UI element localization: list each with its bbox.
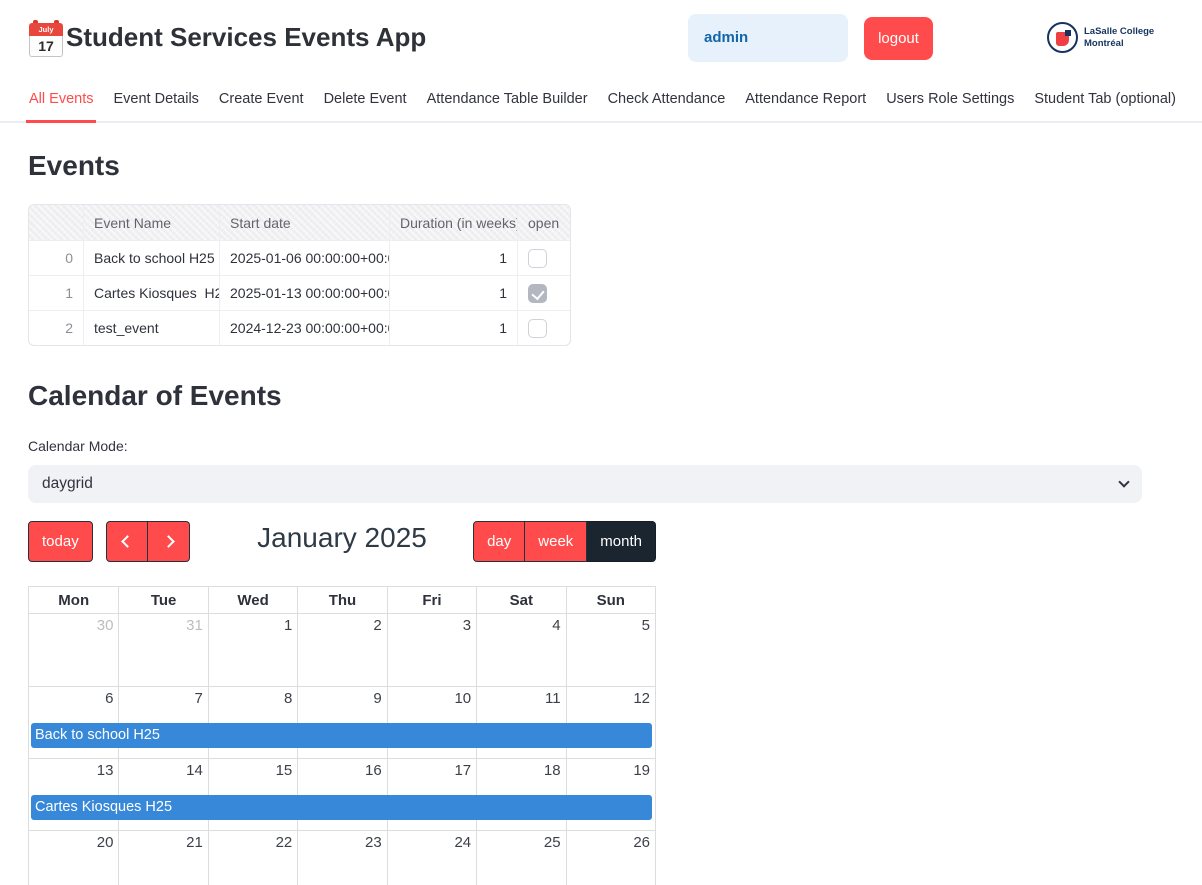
cell-start-date: 2025-01-13 00:00:00+00:00 <box>219 275 389 310</box>
college-logo-line2: Montréal <box>1084 38 1154 49</box>
calendar-day-cell[interactable]: 22 <box>208 831 297 885</box>
cell-event-name: Cartes Kiosques H25 <box>83 275 219 310</box>
day-header-thu: Thu <box>297 587 386 614</box>
day-view-button[interactable]: day <box>473 521 525 562</box>
col-open: open <box>517 205 570 240</box>
college-logo: LaSalle College Montréal <box>1047 22 1154 53</box>
calendar-mode-label: Calendar Mode: <box>28 438 1202 454</box>
chevron-left-icon <box>121 535 134 548</box>
calendar-section: Calendar of Events Calendar Mode: daygri… <box>28 380 1202 885</box>
day-header-mon: Mon <box>29 587 118 614</box>
app-header: July 17 Student Services Events App admi… <box>0 0 1202 85</box>
day-header-sat: Sat <box>476 587 565 614</box>
open-checkbox[interactable] <box>528 319 547 338</box>
tab-users-role-settings[interactable]: Users Role Settings <box>883 85 1017 121</box>
college-logo-icon <box>1047 22 1078 53</box>
day-header-sun: Sun <box>566 587 655 614</box>
cell-duration: 1 <box>389 275 517 310</box>
calendar-title: January 2025 <box>257 522 427 554</box>
calendar-mode-value: daygrid <box>42 475 93 493</box>
calendar-day-cell[interactable]: 24 <box>387 831 476 885</box>
events-table: Event Name Start date Duration (in weeks… <box>28 204 571 346</box>
prev-button[interactable] <box>106 521 148 562</box>
open-checkbox[interactable] <box>528 284 547 303</box>
events-section: Events Event Name Start date Duration (i… <box>28 150 1202 346</box>
calendar-emoji-month: July <box>29 23 63 36</box>
cell-event-name: Back to school H25 <box>83 240 219 275</box>
events-heading: Events <box>28 150 1202 182</box>
cell-duration: 1 <box>389 310 517 345</box>
week-view-button[interactable]: week <box>525 521 587 562</box>
cell-row-index: 0 <box>29 240 83 275</box>
col-index <box>29 205 83 240</box>
cell-start-date: 2024-12-23 00:00:00+00:00 <box>219 310 389 345</box>
calendar-event-bar[interactable]: Cartes Kiosques H25 <box>31 795 652 820</box>
day-header-wed: Wed <box>208 587 297 614</box>
day-header-fri: Fri <box>387 587 476 614</box>
calendar-week-row: 20212223242526 <box>29 830 655 885</box>
logout-button[interactable]: logout <box>864 17 933 60</box>
calendar-emoji-day: 17 <box>29 36 63 57</box>
cell-duration: 1 <box>389 240 517 275</box>
calendar-mode-select[interactable]: daygrid <box>28 465 1142 503</box>
cell-open <box>517 275 570 310</box>
open-checkbox[interactable] <box>528 249 547 268</box>
col-event-name: Event Name <box>83 205 219 240</box>
calendar-week-row: 6789101112Back to school H25 <box>29 686 655 758</box>
next-button[interactable] <box>148 521 190 562</box>
calendar-day-cell[interactable]: 21 <box>118 831 207 885</box>
calendar-day-cell[interactable]: 30 <box>29 614 118 686</box>
view-button-group: dayweekmonth <box>473 521 656 562</box>
college-logo-text: LaSalle College Montréal <box>1084 26 1154 49</box>
cell-row-index: 2 <box>29 310 83 345</box>
calendar-day-cell[interactable]: 2 <box>297 614 386 686</box>
calendar-grid: MonTueWedThuFriSatSun 303112345678910111… <box>28 586 656 885</box>
calendar-event-bar[interactable]: Back to school H25 <box>31 723 652 748</box>
table-row: 2test_event2024-12-23 00:00:00+00:001 <box>29 310 570 345</box>
cell-row-index: 1 <box>29 275 83 310</box>
calendar-day-cell[interactable]: 20 <box>29 831 118 885</box>
today-button[interactable]: today <box>28 521 93 562</box>
nav-button-group <box>106 521 190 562</box>
chevron-right-icon <box>162 535 175 548</box>
tab-bar: All Events Event Details Create Event Delet… <box>0 85 1202 123</box>
calendar-day-cell[interactable]: 23 <box>297 831 386 885</box>
calendar-day-cell[interactable]: 26 <box>566 831 655 885</box>
table-row: 0Back to school H252025-01-06 00:00:00+0… <box>29 240 570 275</box>
tab-all-events[interactable]: All Events <box>26 85 96 123</box>
calendar-day-cell[interactable]: 1 <box>208 614 297 686</box>
tab-create-event[interactable]: Create Event <box>216 85 307 121</box>
tab-attendance-report[interactable]: Attendance Report <box>742 85 869 121</box>
col-start-date: Start date <box>219 205 389 240</box>
chevron-down-icon <box>1118 476 1129 487</box>
cell-event-name: test_event <box>83 310 219 345</box>
cell-start-date: 2025-01-06 00:00:00+00:00 <box>219 240 389 275</box>
tab-student-tab-optional-[interactable]: Student Tab (optional) <box>1031 85 1179 121</box>
calendar-day-cell[interactable]: 31 <box>118 614 207 686</box>
tab-event-details[interactable]: Event Details <box>110 85 201 121</box>
calendar-day-cell[interactable]: 5 <box>566 614 655 686</box>
page-title: Student Services Events App <box>66 22 426 53</box>
tab-check-attendance[interactable]: Check Attendance <box>605 85 729 121</box>
tab-attendance-table-builder[interactable]: Attendance Table Builder <box>424 85 591 121</box>
calendar-day-cell[interactable]: 25 <box>476 831 565 885</box>
table-row: 1Cartes Kiosques H252025-01-13 00:00:00+… <box>29 275 570 310</box>
college-logo-line1: LaSalle College <box>1084 26 1154 37</box>
calendar-week-row: 13141516171819Cartes Kiosques H25 <box>29 758 655 830</box>
day-header-tue: Tue <box>118 587 207 614</box>
tab-delete-event[interactable]: Delete Event <box>321 85 410 121</box>
table-header-row: Event Name Start date Duration (in weeks… <box>29 205 570 240</box>
cell-open <box>517 310 570 345</box>
calendar-day-cell[interactable]: 4 <box>476 614 565 686</box>
calendar-toolbar: today January 2025 dayweekmonth <box>28 521 656 562</box>
calendar-day-header-row: MonTueWedThuFriSatSun <box>29 587 655 614</box>
calendar-week-row: 303112345 <box>29 614 655 686</box>
user-badge: admin <box>688 14 848 62</box>
month-view-button[interactable]: month <box>587 521 656 562</box>
calendar-day-cell[interactable]: 3 <box>387 614 476 686</box>
calendar-emoji-icon: July 17 <box>29 20 63 58</box>
col-duration: Duration (in weeks) <box>389 205 517 240</box>
cell-open <box>517 240 570 275</box>
calendar-heading: Calendar of Events <box>28 380 1202 412</box>
